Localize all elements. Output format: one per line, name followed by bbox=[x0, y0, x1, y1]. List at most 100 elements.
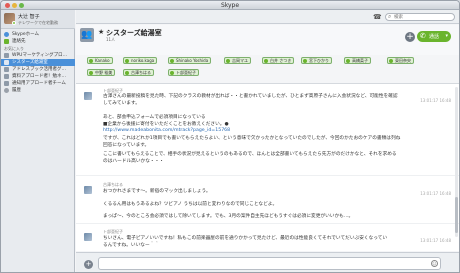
message-input[interactable] bbox=[98, 257, 441, 270]
sidebar-item-favorite[interactable]: WPUマーケティングプロ… bbox=[1, 52, 75, 59]
call-button-label: 通話 bbox=[429, 34, 440, 40]
online-status-icon bbox=[170, 59, 174, 63]
sidebar-item-label: Skypeホーム bbox=[12, 32, 39, 37]
online-status-icon bbox=[346, 59, 350, 63]
scrollbar-thumb[interactable] bbox=[455, 197, 458, 233]
message-line: ちいさん、電子ピアノいいですね！私もこの前楽器屋の前を通りかかって見たけど、最近… bbox=[103, 236, 388, 241]
message-line: ここに書いてもらえることで、相手の状況が見えるというのもあるので、ほんとは全部書… bbox=[103, 152, 397, 157]
clock-icon bbox=[4, 88, 9, 93]
sidebar-item-label: シスターズ給湯室 bbox=[12, 60, 48, 65]
group-icon bbox=[4, 53, 9, 58]
my-profile[interactable]: 大辻 智子 テレワークで在宅勤務 bbox=[1, 10, 75, 29]
participant-pill[interactable]: 吉岡マユ bbox=[224, 57, 251, 64]
message: 古澤ちはる 13:01:17 16:48 おつかれさまです〜。新宿のマック出しま… bbox=[76, 177, 459, 224]
profile-mood: テレワークで在宅勤務 bbox=[18, 20, 58, 25]
message-scrollbar[interactable] bbox=[455, 87, 458, 237]
sidebar-item-favorite[interactable]: 通知用アプロード者チーム bbox=[1, 80, 75, 87]
avatar bbox=[84, 186, 92, 194]
online-status-icon bbox=[125, 59, 129, 63]
message-list: ト部亜紀子 13:01:17 16:48 古澤さんの最新投稿を見た時、下記のクラ… bbox=[76, 84, 459, 251]
message-line: まっぱ〜、今のところ会必須ではして除いてします。でも、3月の案件自主先ほどもうす… bbox=[103, 214, 354, 219]
sidebar-item-history[interactable]: 履歴 bbox=[1, 87, 75, 94]
sidebar-item-label: アドレスブック活用者グ… bbox=[12, 67, 66, 72]
participant-pill[interactable]: 宮下ひかり bbox=[301, 57, 332, 64]
participant-name: 中野 裕美 bbox=[95, 70, 113, 75]
online-status-icon bbox=[264, 59, 268, 63]
participant-pill[interactable]: Kanako bbox=[87, 57, 113, 64]
participant-count: 11人 bbox=[106, 37, 116, 42]
sidebar-item-label: 連絡先 bbox=[12, 39, 26, 44]
top-toolbar: ☎ ⌕ bbox=[76, 10, 459, 24]
group-icon bbox=[4, 74, 9, 79]
message-time: 13:01:17 16:48 bbox=[420, 98, 451, 103]
sidebar-item-favorite[interactable]: 資料アプロード者！勉ネ… bbox=[1, 73, 75, 80]
call-button[interactable]: ✆ 通話 ▾ bbox=[417, 31, 451, 42]
avatar bbox=[84, 233, 92, 241]
attach-icon[interactable]: + bbox=[84, 260, 93, 269]
sidebar: 大辻 智子 テレワークで在宅勤務 Skypeホーム 連絡先 お気に入り WPUマ… bbox=[1, 10, 75, 272]
sidebar-item-label: 資料アプロード者！勉ネ… bbox=[12, 74, 66, 79]
avatar bbox=[84, 92, 92, 100]
participant-pill[interactable]: 高橋菜子 bbox=[344, 57, 371, 64]
participant-pill[interactable]: Shinako Yoshida bbox=[168, 57, 212, 64]
message-line: るんですね。いいなー＾＾ bbox=[103, 243, 160, 248]
window-title: Skype bbox=[220, 2, 240, 9]
participant-pill[interactable]: noriko.kaga bbox=[123, 57, 158, 64]
participant-name: 高橋菜子 bbox=[352, 58, 368, 63]
participant-pill[interactable]: 東田奈央 bbox=[387, 57, 414, 64]
search-box[interactable]: ⌕ bbox=[385, 13, 455, 21]
sidebar-item-favorite[interactable]: アドレスブック活用者グ… bbox=[1, 66, 75, 73]
message-line: してみています。 bbox=[103, 101, 140, 106]
message-line: おつかれさまです〜。新宿のマック出しましょう。 bbox=[103, 189, 211, 194]
message-link[interactable]: http://www.madeabonita.com/mtrack?page_i… bbox=[103, 128, 230, 133]
sidebar-item-contacts[interactable]: 連絡先 bbox=[1, 38, 75, 45]
sidebar-item-label: 履歴 bbox=[12, 88, 21, 93]
message-line: 古澤さんの最新投稿を見た時、下記のクラスの教材が出れば・・と書かれていましたが、… bbox=[103, 94, 398, 99]
favorite-star-icon[interactable]: ★ bbox=[98, 28, 104, 36]
add-participant-button[interactable]: + bbox=[405, 32, 415, 42]
chevron-down-icon: ▾ bbox=[445, 33, 448, 39]
emoticon-icon[interactable]: ☺ bbox=[431, 260, 438, 267]
participant-name: 古澤ちはる bbox=[131, 70, 151, 75]
participant-pill[interactable]: ト部亜紀子 bbox=[168, 69, 199, 76]
online-status-icon bbox=[389, 59, 393, 63]
participant-list: Kanako noriko.kaga Shinako Yoshida 吉岡マユ … bbox=[87, 57, 432, 81]
message-time: 13:01:17 16:48 bbox=[420, 191, 451, 196]
participant-pill[interactable]: 中野 裕美 bbox=[87, 69, 116, 76]
sidebar-nav: Skypeホーム 連絡先 お気に入り WPUマーケティングプロ… シスターズ給湯… bbox=[1, 31, 75, 94]
online-status-icon bbox=[170, 71, 174, 75]
sidebar-item-favorite-selected[interactable]: シスターズ給湯室 bbox=[1, 59, 75, 66]
search-input[interactable] bbox=[394, 14, 452, 20]
contacts-icon bbox=[4, 39, 9, 44]
sidebar-item-skype-home[interactable]: Skypeホーム bbox=[1, 31, 75, 38]
message-line: ■企業から後援に寄付をいただくことをお教えください。● bbox=[103, 122, 229, 127]
group-icon bbox=[4, 81, 9, 86]
online-status-icon bbox=[89, 59, 93, 63]
title-bar: Skype bbox=[1, 1, 459, 10]
phone-icon: ✆ bbox=[420, 32, 426, 40]
participant-pill[interactable]: 白井 さつき bbox=[262, 57, 295, 64]
participant-name: ト部亜紀子 bbox=[176, 70, 196, 75]
participant-name: noriko.kaga bbox=[131, 58, 155, 63]
participant-name: 白井 さつき bbox=[270, 58, 292, 63]
message-time: 13:01:17 16:48 bbox=[420, 238, 451, 243]
message: ト部亜紀子 13:01:17 16:48 古澤さんの最新投稿を見た時、下記のクラ… bbox=[76, 84, 459, 176]
profile-name: 大辻 智子 bbox=[18, 14, 40, 20]
group-icon bbox=[4, 67, 9, 72]
participant-name: 宮下ひかり bbox=[309, 58, 329, 63]
participant-name: Kanako bbox=[95, 58, 110, 63]
dial-pad-icon[interactable]: ☎ bbox=[373, 13, 382, 21]
sidebar-item-label: WPUマーケティングプロ… bbox=[12, 53, 68, 58]
message-composer: + ☺ bbox=[76, 252, 459, 272]
participant-name: Shinako Yoshida bbox=[176, 58, 209, 63]
favorites-header: お気に入り bbox=[4, 46, 24, 51]
participant-pill[interactable]: 古澤ちはる bbox=[123, 69, 154, 76]
online-status-icon bbox=[303, 59, 307, 63]
message-line: のはハードル高いかな・・・ bbox=[103, 159, 164, 164]
skype-window: Skype 大辻 智子 テレワークで在宅勤務 Skypeホーム 連絡先 お気に入… bbox=[0, 0, 460, 273]
group-avatar: 👥 bbox=[80, 28, 94, 42]
online-status-icon bbox=[125, 71, 129, 75]
search-icon: ⌕ bbox=[388, 13, 392, 20]
message-line: 回答になっています。 bbox=[103, 143, 150, 148]
group-icon bbox=[4, 60, 9, 65]
